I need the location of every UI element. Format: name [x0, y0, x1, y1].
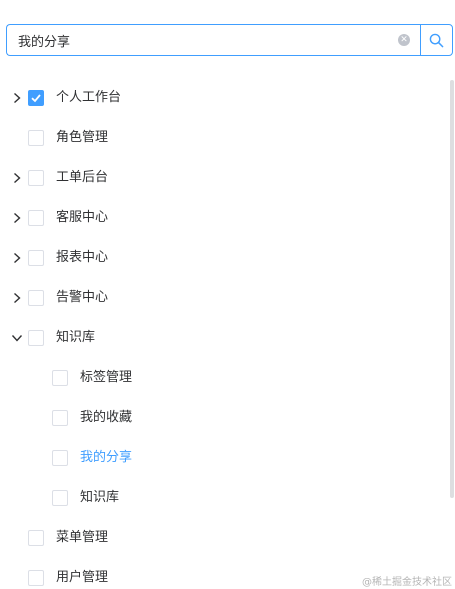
tree-node-label: 客服中心: [56, 210, 109, 225]
tree-node[interactable]: 我的收藏: [0, 398, 440, 438]
tree-node-checkbox[interactable]: [52, 410, 68, 426]
tree-node-checkbox[interactable]: [28, 330, 44, 346]
tree-node-checkbox[interactable]: [28, 570, 44, 586]
search-icon: [429, 33, 444, 47]
tree-node[interactable]: 报表中心: [0, 238, 440, 278]
tree-node[interactable]: 客服中心: [0, 198, 440, 238]
tree-node[interactable]: 我的分享: [0, 438, 440, 478]
watermark: @稀土掘金技术社区: [362, 577, 452, 588]
search-input[interactable]: [7, 25, 420, 55]
tree-node-label: 菜单管理: [56, 530, 109, 545]
chevron-right-icon[interactable]: [10, 171, 24, 185]
tree-node-label: 我的分享: [80, 450, 133, 465]
chevron-right-icon[interactable]: [10, 91, 24, 105]
search-button[interactable]: [420, 24, 453, 56]
tree-node-checkbox[interactable]: [28, 290, 44, 306]
chevron-down-icon[interactable]: [10, 331, 24, 345]
circle-close-icon[interactable]: ✕: [398, 34, 410, 46]
tree-node-checkbox[interactable]: [52, 450, 68, 466]
tree-node-label: 用户管理: [56, 570, 109, 585]
tree-node[interactable]: 标签管理: [0, 358, 440, 398]
tree-node-label: 工单后台: [56, 170, 109, 185]
tree-node-checkbox[interactable]: [28, 530, 44, 546]
tree-node-checkbox[interactable]: [28, 90, 44, 106]
tree-node-label: 报表中心: [56, 250, 109, 265]
tree-node[interactable]: 工单后台: [0, 158, 440, 198]
tree-node-checkbox[interactable]: [52, 490, 68, 506]
tree-node-checkbox[interactable]: [52, 370, 68, 386]
search-bar: ✕: [6, 24, 453, 56]
tree-node-label: 标签管理: [80, 370, 133, 385]
scrollbar[interactable]: [450, 80, 454, 498]
tree-node-label: 我的收藏: [80, 410, 133, 425]
tree-node[interactable]: 角色管理: [0, 118, 440, 158]
tree-node-checkbox[interactable]: [28, 250, 44, 266]
tree-node-label: 角色管理: [56, 130, 109, 145]
tree-node-label: 个人工作台: [56, 90, 122, 105]
tree-node-checkbox[interactable]: [28, 210, 44, 226]
search-box: ✕: [6, 24, 420, 56]
tree-node-checkbox[interactable]: [28, 130, 44, 146]
tree-node-checkbox[interactable]: [28, 170, 44, 186]
chevron-right-icon[interactable]: [10, 211, 24, 225]
tree-node[interactable]: 菜单管理: [0, 518, 440, 558]
tree-node[interactable]: 知识库: [0, 318, 440, 358]
tree-node[interactable]: 知识库: [0, 478, 440, 518]
tree-node-label: 知识库: [56, 330, 96, 345]
tree-node-label: 告警中心: [56, 290, 109, 305]
chevron-right-icon[interactable]: [10, 251, 24, 265]
permission-tree: 个人工作台 角色管理 工单后台 客服中心 报表中心 告警中心 知识库 标签管理 我的收藏 我的分享…: [0, 78, 450, 589]
chevron-right-icon[interactable]: [10, 291, 24, 305]
tree-node[interactable]: 个人工作台: [0, 78, 440, 118]
tree-node-label: 知识库: [80, 490, 120, 505]
tree-node[interactable]: 告警中心: [0, 278, 440, 318]
check-icon: [31, 94, 41, 103]
